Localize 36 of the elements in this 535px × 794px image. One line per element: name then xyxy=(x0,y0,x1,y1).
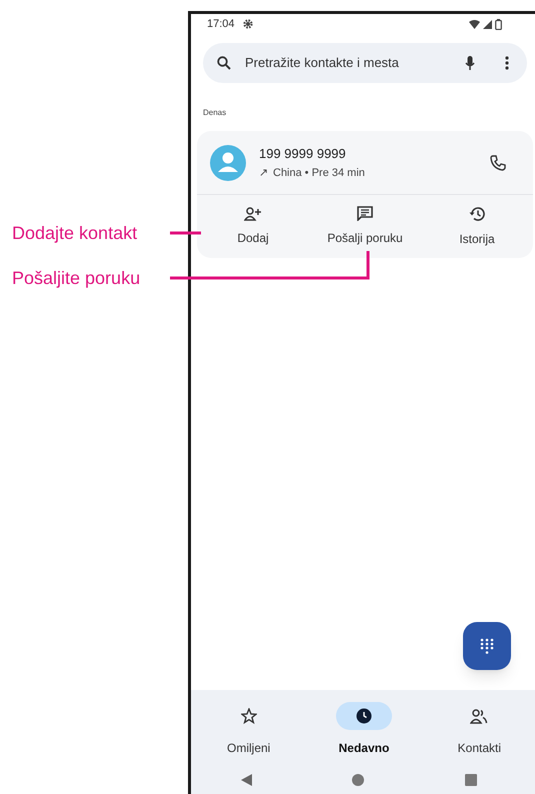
signal-icon xyxy=(482,20,492,28)
phone-icon[interactable] xyxy=(490,154,506,170)
more-options-icon[interactable] xyxy=(505,56,509,70)
search-input[interactable]: Pretražite kontakte i mesta xyxy=(245,53,445,73)
dialpad-button[interactable] xyxy=(463,622,511,670)
action-button[interactable]: Dodaj xyxy=(197,195,309,258)
leader-line xyxy=(170,232,201,234)
avatar-icon xyxy=(210,144,246,180)
home-icon[interactable] xyxy=(352,774,364,786)
search-icon xyxy=(217,56,231,70)
search-field[interactable]: Pretražite kontakte i mesta xyxy=(203,43,527,83)
message-icon xyxy=(357,206,373,221)
microphone-icon[interactable] xyxy=(465,56,475,70)
history-icon xyxy=(469,206,485,222)
callout-label: Dodajte kontakt xyxy=(12,222,138,245)
section-label: Denas xyxy=(203,107,228,119)
status-time: 17:04 xyxy=(207,16,235,32)
overview-icon[interactable] xyxy=(464,774,477,786)
add-person-icon xyxy=(244,206,262,220)
action-button[interactable]: Istorija xyxy=(421,195,533,258)
clock-icon xyxy=(356,708,372,724)
callout-label: Pošaljite poruku xyxy=(12,267,140,290)
nav-tab[interactable]: Nedavno xyxy=(306,702,422,766)
outgoing-arrow: ↗ xyxy=(259,166,268,181)
action-button[interactable]: Pošalji poruku xyxy=(309,195,421,258)
back-icon[interactable] xyxy=(241,774,252,786)
wifi-icon xyxy=(468,20,480,28)
settings-icon xyxy=(242,19,253,29)
people-icon xyxy=(470,708,488,724)
battery-icon xyxy=(494,18,502,30)
dialpad-icon xyxy=(480,638,494,654)
star-icon xyxy=(240,708,257,724)
nav-tab[interactable]: Omiljeni xyxy=(191,702,306,766)
call-detail: China • Pre 34 min xyxy=(273,166,365,181)
phone-number: 199 9999 9999 xyxy=(259,144,347,162)
nav-tab[interactable]: Kontakti xyxy=(422,702,535,766)
